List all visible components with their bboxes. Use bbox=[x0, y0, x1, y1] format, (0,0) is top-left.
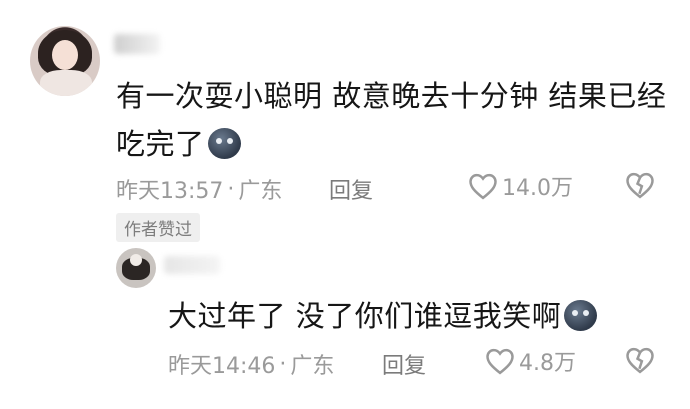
like-button[interactable]: 14.0万 bbox=[468, 170, 573, 202]
moon-face-emoji-icon bbox=[207, 128, 241, 159]
reply-dislike-button[interactable] bbox=[625, 346, 655, 378]
heart-icon bbox=[486, 348, 514, 375]
blurred-reply-username[interactable] bbox=[164, 256, 220, 274]
avatar-face bbox=[52, 40, 78, 70]
comment-reply-button[interactable]: 回复 bbox=[329, 173, 373, 205]
author-liked-badge: 作者赞过 bbox=[116, 213, 200, 242]
comment-text: 有一次耍小聪明 故意晚去十分钟 结果已经吃完了 bbox=[116, 72, 671, 168]
reply-label: 回复 bbox=[382, 354, 427, 379]
reply-location: 广东 bbox=[290, 354, 335, 379]
reply-reply-button[interactable]: 回复 bbox=[382, 348, 426, 380]
heart-icon bbox=[469, 173, 497, 200]
comment-location: 广东 bbox=[238, 179, 283, 204]
meta-separator: · bbox=[279, 351, 287, 377]
reply-avatar[interactable] bbox=[116, 248, 156, 288]
comment-time: 昨天13:57 bbox=[116, 179, 224, 204]
reply-body: 大过年了 没了你们谁逗我笑啊 bbox=[168, 299, 562, 333]
reply-meta: 昨天14:46 · 广东 bbox=[168, 348, 334, 380]
reply-avatar-highlight bbox=[130, 254, 142, 266]
reply-label: 回复 bbox=[329, 179, 374, 204]
comment-thread: 有一次耍小聪明 故意晚去十分钟 结果已经吃完了 昨天13:57 · 广东 回复 … bbox=[0, 0, 690, 409]
like-count: 4.8万 bbox=[519, 351, 576, 376]
dislike-button[interactable] bbox=[625, 171, 655, 203]
blurred-username[interactable] bbox=[114, 34, 160, 54]
meta-separator: · bbox=[227, 176, 235, 202]
moon-face-emoji-icon bbox=[564, 300, 598, 331]
like-count: 14.0万 bbox=[502, 176, 573, 201]
avatar[interactable] bbox=[30, 26, 100, 96]
reply-text: 大过年了 没了你们谁逗我笑啊 bbox=[168, 294, 598, 338]
broken-heart-icon bbox=[626, 347, 654, 374]
reply-like-button[interactable]: 4.8万 bbox=[485, 345, 576, 377]
reply-time: 昨天14:46 bbox=[168, 354, 276, 379]
broken-heart-icon bbox=[626, 172, 654, 199]
comment-body: 有一次耍小聪明 故意晚去十分钟 结果已经吃完了 bbox=[116, 79, 667, 161]
comment-meta: 昨天13:57 · 广东 bbox=[116, 173, 282, 205]
avatar-body bbox=[40, 70, 92, 96]
